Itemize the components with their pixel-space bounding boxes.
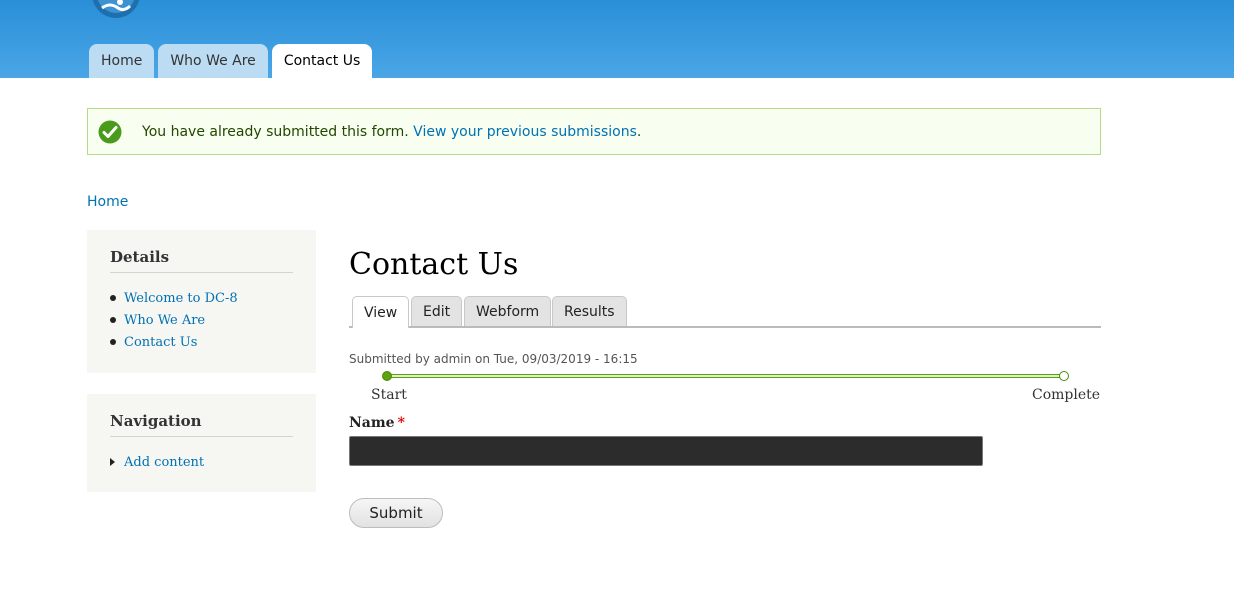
list-item: Add content	[110, 451, 293, 473]
progress-bar	[387, 374, 1064, 378]
primary-tab-who-we-are[interactable]: Who We Are	[158, 44, 268, 78]
status-message: You have already submitted this form. Vi…	[87, 108, 1101, 155]
name-label-text: Name	[349, 415, 395, 431]
breadcrumb-home-link[interactable]: Home	[87, 194, 128, 210]
sidebar-item-who-we-are[interactable]: Who We Are	[124, 313, 205, 328]
submitted-info: Submitted by admin on Tue, 09/03/2019 - …	[349, 352, 638, 366]
sidebar-block-details: Details Welcome to DC-8 Who We Are Conta…	[87, 230, 316, 373]
bullet-icon	[110, 317, 116, 323]
bullet-icon	[110, 339, 116, 345]
status-message-end: .	[636, 123, 642, 140]
details-block-title: Details	[110, 248, 293, 273]
progress-end-marker	[1059, 371, 1069, 381]
navigation-menu: Add content	[110, 451, 293, 473]
list-item: Welcome to DC-8	[110, 287, 293, 309]
primary-tab-home[interactable]: Home	[89, 44, 155, 78]
primary-nav: Home Who We Are Contact Us	[89, 44, 373, 78]
progress-start-marker	[382, 371, 392, 381]
tab-results[interactable]: Results	[552, 296, 627, 326]
tab-webform[interactable]: Webform	[464, 296, 552, 326]
site-header: Home Who We Are Contact Us	[0, 0, 1234, 78]
tab-view[interactable]: View	[352, 296, 410, 328]
status-message-body: You have already submitted this form.	[142, 123, 414, 140]
sidebar-item-add-content[interactable]: Add content	[124, 455, 204, 470]
name-field[interactable]	[349, 436, 983, 466]
bullet-icon	[110, 295, 116, 301]
status-message-text: You have already submitted this form. Vi…	[142, 124, 641, 140]
navigation-block-title: Navigation	[110, 412, 293, 437]
page-title: Contact Us	[349, 247, 519, 282]
secondary-tabs: View Edit Webform Results	[349, 296, 1101, 328]
list-item: Who We Are	[110, 309, 293, 331]
collapsed-arrow-icon	[110, 458, 115, 466]
name-field-label: Name *	[349, 415, 405, 431]
sidebar-item-contact-us[interactable]: Contact Us	[124, 335, 197, 350]
site-logo-icon[interactable]	[86, 0, 146, 18]
submit-button[interactable]: Submit	[349, 498, 443, 528]
sidebar-item-welcome[interactable]: Welcome to DC-8	[124, 291, 238, 306]
view-submissions-link[interactable]: View your previous submissions	[413, 124, 637, 140]
list-item: Contact Us	[110, 331, 293, 353]
required-marker: *	[397, 415, 405, 431]
tab-edit[interactable]: Edit	[411, 296, 463, 326]
progress-end-label: Complete	[1032, 387, 1101, 403]
progress-start-label: Start	[371, 387, 407, 403]
primary-tab-contact-us[interactable]: Contact Us	[271, 44, 373, 78]
details-menu: Welcome to DC-8 Who We Are Contact Us	[110, 287, 293, 353]
check-circle-icon	[98, 120, 122, 143]
sidebar-block-navigation: Navigation Add content	[87, 394, 316, 492]
